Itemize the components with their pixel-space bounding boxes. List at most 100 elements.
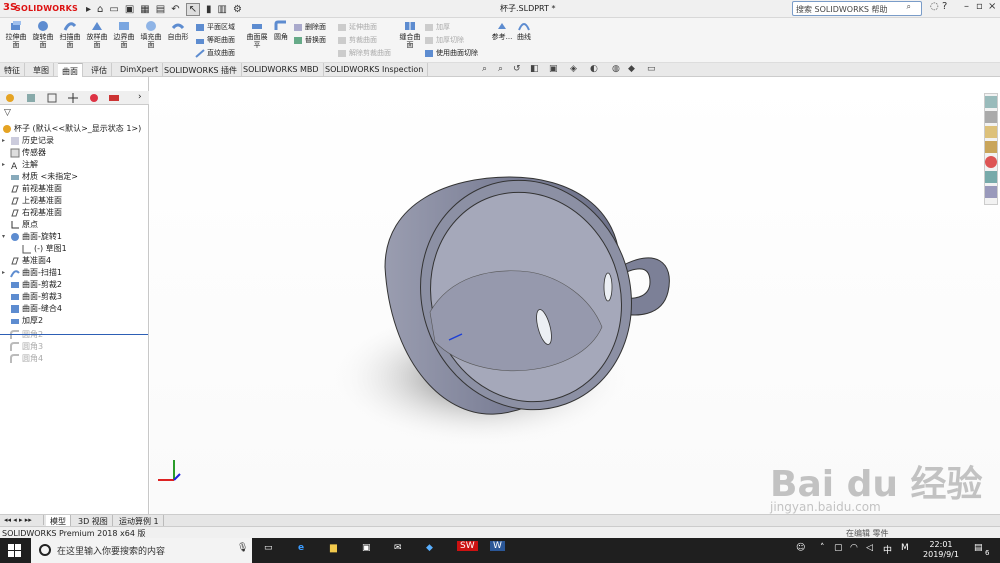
solidworks-taskbar-icon[interactable]: SW <box>457 541 478 551</box>
cup-model[interactable] <box>150 77 1000 514</box>
ime-mode-indicator[interactable]: M <box>901 543 909 553</box>
extrude-surface-button[interactable]: 拉伸曲面 <box>4 20 28 49</box>
thicken-cut-button[interactable]: 加厚切除 <box>424 35 464 45</box>
new-document-icon[interactable]: ▭ <box>109 4 118 15</box>
zoom-to-fit-icon[interactable]: ⌕ <box>482 64 487 74</box>
mail-icon[interactable]: ✉ <box>394 543 402 553</box>
tree-item-surface-trim2[interactable]: 曲面-剪裁2 <box>10 279 62 291</box>
freeform-button[interactable]: 自由形 <box>166 20 190 41</box>
hide-show-icon[interactable]: ◍ <box>612 64 620 74</box>
sweep-surface-button[interactable]: 扫描曲面 <box>58 20 82 49</box>
tree-item-surface-knit4[interactable]: 曲面-缝合4 <box>10 303 62 315</box>
tree-item-fillet3[interactable]: 圆角3 <box>10 341 43 353</box>
tab-features[interactable]: 特征 <box>0 63 25 77</box>
app-icon[interactable]: ◆ <box>426 543 433 553</box>
file-properties-icon[interactable]: ▥ <box>218 4 227 15</box>
tab-sketch[interactable]: 草图 <box>29 63 54 77</box>
tab-dimxpert[interactable]: DimXpert <box>116 63 164 77</box>
select-arrow-icon[interactable]: ↖ <box>185 2 200 16</box>
thicken-button[interactable]: 加厚 <box>424 22 450 32</box>
dimxpert-manager-tab-icon[interactable] <box>67 92 79 104</box>
close-icon[interactable]: × <box>988 1 996 12</box>
configuration-manager-tab-icon[interactable] <box>46 92 58 104</box>
boundary-surface-button[interactable]: 边界曲面 <box>112 20 136 49</box>
design-library-icon[interactable] <box>985 111 997 123</box>
microphone-icon[interactable]: 🎙 <box>237 543 248 553</box>
cortana-icon[interactable] <box>39 544 51 556</box>
replace-face-button[interactable]: 替换面 <box>293 35 326 45</box>
offset-surface-button[interactable]: 等距曲面 <box>195 35 235 45</box>
chevron-right-icon[interactable]: › <box>138 92 150 104</box>
tree-item-history[interactable]: ▸ 历史记录 <box>2 135 54 147</box>
edge-icon[interactable]: e <box>298 543 304 553</box>
curves-button[interactable]: 曲线 <box>513 20 535 41</box>
people-icon[interactable]: ☺ <box>796 543 805 553</box>
monitor-icon[interactable]: ▭ <box>647 64 656 74</box>
minimize-icon[interactable]: – <box>964 1 969 12</box>
filter-icon[interactable]: ▽ <box>4 108 11 118</box>
reference-geometry-button[interactable]: 参考... <box>490 20 514 41</box>
cut-with-surface-button[interactable]: 使用曲面切除 <box>424 48 478 58</box>
property-manager-tab-icon[interactable] <box>25 92 37 104</box>
notification-icon[interactable]: ▤ <box>974 543 983 553</box>
forum-icon[interactable] <box>985 186 997 198</box>
appearances-icon[interactable] <box>985 156 997 168</box>
open-icon[interactable]: ▣ <box>125 4 134 15</box>
ime-indicator[interactable]: 中 <box>883 543 892 556</box>
taskbar-search-input[interactable]: 在这里输入你要搜索的内容 🎙 <box>31 538 252 563</box>
help-search-input[interactable]: 搜索 SOLIDWORKS 帮助 ⌕ <box>792 1 922 16</box>
tree-item-origin[interactable]: 原点 <box>10 219 38 231</box>
appearance-icon[interactable]: ◆ <box>628 64 635 74</box>
planar-surface-button[interactable]: 平面区域 <box>195 22 235 32</box>
revolve-surface-button[interactable]: 旋转曲面 <box>31 20 55 49</box>
dynamic-annotation-icon[interactable]: ▣ <box>549 64 558 74</box>
expand-menu-icon[interactable]: ▸ <box>86 4 91 15</box>
view-palette-icon[interactable] <box>985 141 997 153</box>
tab-inspection[interactable]: SOLIDWORKS Inspection <box>321 63 429 77</box>
store-icon[interactable]: ▣ <box>362 543 371 553</box>
tree-item-surface-revolve1[interactable]: ▾ 曲面-旋转1 <box>2 231 62 243</box>
untrim-surface-button[interactable]: 解除剪裁曲面 <box>337 48 391 58</box>
cam-tab-icon[interactable] <box>108 92 120 104</box>
tree-item-thicken2[interactable]: 加厚2 <box>10 315 43 327</box>
network-icon[interactable]: ▢ <box>834 543 843 553</box>
fillet-button[interactable]: 圆角 <box>272 20 290 41</box>
graphics-area[interactable] <box>150 77 1000 514</box>
tab-nav-arrows[interactable]: ◂◂ ◂ ▸ ▸▸ <box>0 515 44 525</box>
solidworks-logo[interactable]: 3S SOLIDWORKS <box>3 2 81 16</box>
tree-item-sensors[interactable]: 传感器 <box>10 147 46 159</box>
tree-item-front-plane[interactable]: 前视基准面 <box>10 183 62 195</box>
tree-item-plane4[interactable]: 基准面4 <box>10 255 51 267</box>
taskbar-clock[interactable]: 22:01 2019/9/1 <box>918 540 964 560</box>
tree-item-sketch1[interactable]: (-) 草图1 <box>22 243 67 255</box>
options-icon[interactable]: ⚙ <box>233 4 242 15</box>
view-orientation-icon[interactable]: ◈ <box>570 64 577 74</box>
tree-item-surface-trim3[interactable]: 曲面-剪裁3 <box>10 291 62 303</box>
previous-view-icon[interactable]: ↺ <box>513 64 521 74</box>
print-icon[interactable]: ▤ <box>156 4 165 15</box>
surface-flatten-button[interactable]: 曲面展平 <box>244 20 270 49</box>
ruled-surface-button[interactable]: 直纹曲面 <box>195 48 235 58</box>
tab-evaluate[interactable]: 评估 <box>87 63 112 77</box>
help-icon[interactable]: ? <box>942 1 947 12</box>
maximize-icon[interactable]: ▫ <box>976 1 983 12</box>
tab-mbd[interactable]: SOLIDWORKS MBD <box>239 63 324 77</box>
word-icon[interactable]: W <box>490 541 505 551</box>
extend-surface-button[interactable]: 延伸曲面 <box>337 22 377 32</box>
tree-item-annotations[interactable]: ▸ A 注解 <box>2 159 38 171</box>
file-explorer-icon[interactable] <box>985 126 997 138</box>
tree-item-fillet4[interactable]: 圆角4 <box>10 353 43 365</box>
windows-start-icon[interactable] <box>8 544 21 557</box>
tab-surfaces[interactable]: 曲面 <box>58 63 83 77</box>
tree-item-right-plane[interactable]: 右视基准面 <box>10 207 62 219</box>
tab-addins[interactable]: SOLIDWORKS 插件 <box>160 63 242 77</box>
chevron-up-icon[interactable]: ˄ <box>820 543 825 553</box>
knit-surface-button[interactable]: 缝合曲面 <box>398 20 422 49</box>
wifi-icon[interactable]: ◠ <box>850 543 858 553</box>
trim-surface-button[interactable]: 剪裁曲面 <box>337 35 377 45</box>
volume-icon[interactable]: ◁ <box>866 543 873 553</box>
user-icon[interactable]: ◌ <box>930 1 939 12</box>
task-view-icon[interactable]: ▭ <box>264 543 273 553</box>
tree-item-material[interactable]: 材质 <未指定> <box>10 171 78 183</box>
delete-face-button[interactable]: 删除面 <box>293 22 326 32</box>
